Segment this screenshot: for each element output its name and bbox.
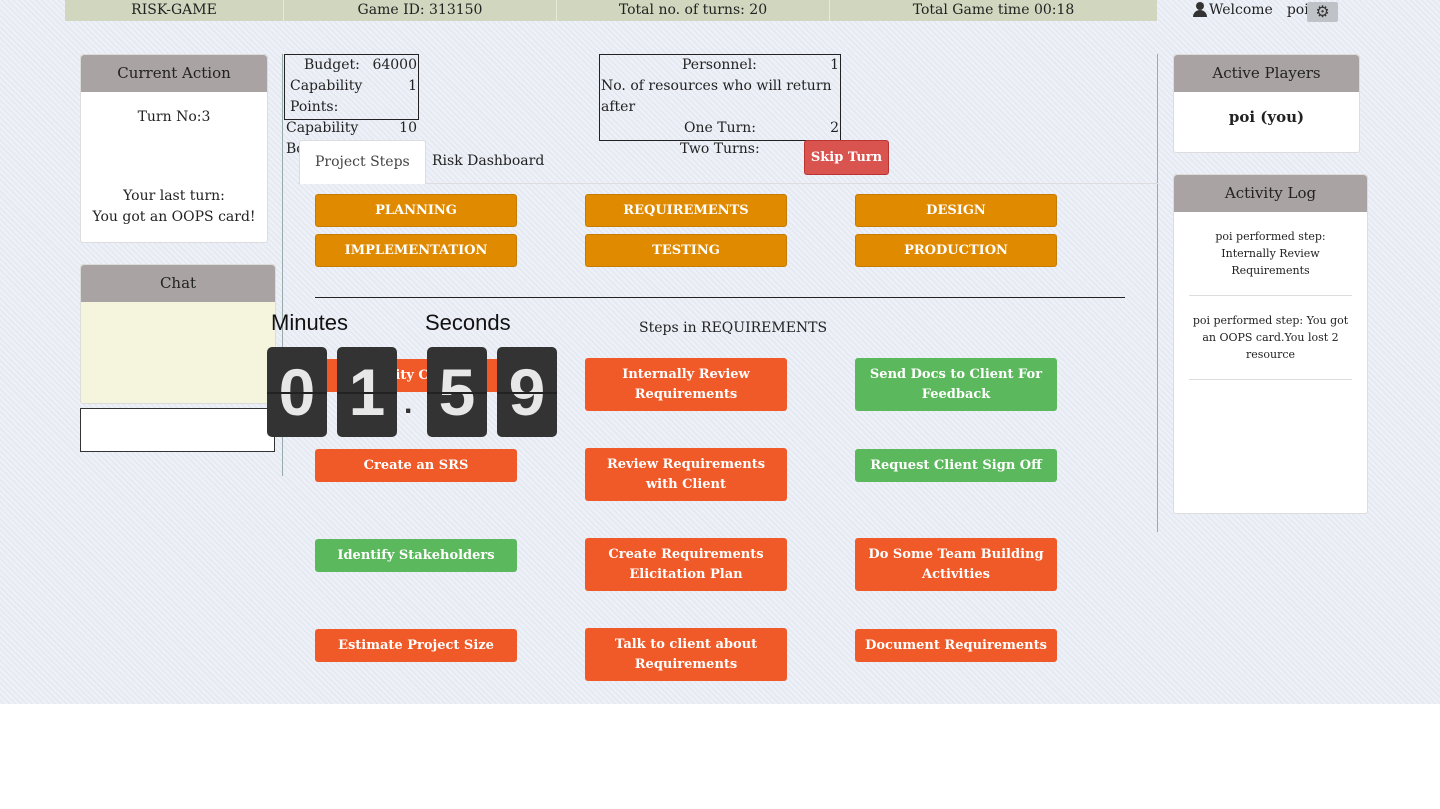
activity-log-title: Activity Log (1174, 175, 1367, 212)
step-request-signoff-button[interactable]: Request Client Sign Off (855, 449, 1057, 482)
phase-implementation-button[interactable]: IMPLEMENTATION (315, 234, 517, 267)
game-id: Game ID: 313150 (284, 0, 557, 21)
log-entry: poi performed step: You got an OOPS card… (1189, 296, 1352, 380)
timer-seconds-label: Seconds (425, 310, 511, 335)
last-turn-text: You got an OOPS card! (92, 209, 256, 225)
phase-planning-button[interactable]: PLANNING (315, 194, 517, 227)
tab-project-steps[interactable]: Project Steps (299, 140, 426, 184)
chat-title: Chat (81, 265, 275, 302)
step-identify-stakeholders-button[interactable]: Identify Stakeholders (315, 539, 517, 572)
user-icon (1192, 2, 1208, 18)
total-turns: Total no. of turns: 20 (557, 0, 830, 21)
budget-value: 64000 (372, 57, 417, 73)
step-talk-to-client-button[interactable]: Talk to client about Requirements (585, 628, 787, 681)
current-action-title: Current Action (81, 55, 267, 92)
log-entry: poi performed step: Internally Review Re… (1189, 212, 1352, 296)
last-turn-label: Your last turn: (123, 188, 225, 204)
return-label: No. of resources who will return after (601, 78, 832, 115)
step-create-srs-button[interactable]: Create an SRS (315, 449, 517, 482)
phase-requirements-button[interactable]: REQUIREMENTS (585, 194, 787, 227)
welcome-text: Welcome (1209, 2, 1273, 18)
personnel-box: Personnel: 1 No. of resources who will re… (599, 54, 841, 157)
phase-production-button[interactable]: PRODUCTION (855, 234, 1057, 267)
one-turn-label: One Turn: (684, 120, 757, 136)
step-internally-review-button[interactable]: Internally Review Requirements (585, 358, 787, 411)
section-divider (315, 297, 1125, 298)
tab-risk-dashboard[interactable]: Risk Dashboard (417, 140, 559, 183)
personnel-value: 1 (830, 57, 839, 73)
activity-log-panel: Activity Log poi performed step: Interna… (1173, 174, 1368, 514)
timer-separator: . (404, 387, 413, 420)
app-name: RISK-GAME (65, 0, 284, 21)
budget-box: Budget: 64000 Capability Points: 1 Capabil… (284, 54, 419, 157)
step-document-requirements-button[interactable]: Document Requirements (855, 629, 1057, 662)
chat-panel: Chat (80, 264, 276, 404)
step-review-with-client-button[interactable]: Review Requirements with Client (585, 448, 787, 501)
current-action-panel: Current Action Turn No:3 Your last turn:… (80, 54, 268, 243)
active-player: poi (you) (1228, 108, 1305, 126)
game-time: Total Game time 00:18 (912, 2, 1075, 18)
timer-digit: 5 (427, 347, 487, 437)
capability-points-label: Capability Points: (290, 78, 363, 115)
active-players-panel: Active Players poi (you) (1173, 54, 1360, 153)
capability-points-value: 1 (408, 78, 417, 94)
step-send-docs-button[interactable]: Send Docs to Client For Feedback (855, 358, 1057, 411)
step-team-building-button[interactable]: Do Some Team Building Activities (855, 538, 1057, 591)
personnel-label: Personnel: (682, 57, 757, 73)
gear-icon: ⚙ (1315, 2, 1330, 21)
tab-bar: Project Steps Risk Dashboard (298, 140, 1158, 184)
steps-title: Steps in REQUIREMENTS (639, 320, 828, 336)
timer-digit: 1 (337, 347, 397, 437)
active-players-title: Active Players (1174, 55, 1359, 92)
timer-digit: 9 (497, 347, 557, 437)
step-estimate-size-button[interactable]: Estimate Project Size (315, 629, 517, 662)
turn-number: Turn No:3 (137, 109, 211, 125)
skip-turn-button[interactable]: Skip Turn (804, 140, 889, 175)
settings-button[interactable]: ⚙ (1307, 2, 1338, 22)
game-info-bar: RISK-GAME Game ID: 313150 Total no. of t… (65, 0, 1157, 21)
timer-minutes-label: Minutes (271, 310, 349, 335)
phase-testing-button[interactable]: TESTING (585, 234, 787, 267)
budget-label: Budget: (304, 57, 360, 73)
welcome-area: Welcome poi! (1192, 2, 1314, 18)
timer-digit: 0 (267, 347, 327, 437)
chat-input[interactable] (80, 408, 275, 452)
right-divider (1157, 54, 1158, 532)
one-turn-value: 2 (830, 120, 839, 136)
step-elicitation-plan-button[interactable]: Create Requirements Elicitation Plan (585, 538, 787, 591)
phase-design-button[interactable]: DESIGN (855, 194, 1057, 227)
